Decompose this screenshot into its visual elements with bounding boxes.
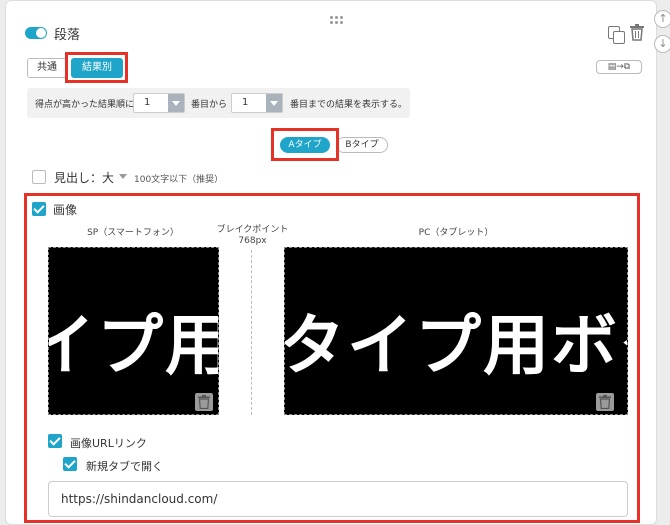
- type-b-button[interactable]: Bタイプ: [336, 137, 388, 153]
- sp-column-label: SP（スマートフォン）: [87, 228, 179, 238]
- breakpoint-divider: [251, 250, 252, 415]
- range-from-select[interactable]: 1: [133, 93, 185, 113]
- heading-label: 見出し：大: [54, 171, 115, 185]
- pc-image-text: タイプ用ボタ: [284, 307, 627, 384]
- pc-image-preview[interactable]: タイプ用ボタ: [284, 247, 628, 415]
- range-suffix: 番目までの結果を表示する。: [290, 100, 408, 110]
- breakpoint-label: ブレイクポイント 768px: [215, 225, 290, 247]
- heading-checkbox[interactable]: [32, 170, 46, 184]
- trash-icon[interactable]: [630, 24, 644, 41]
- copy-icon[interactable]: [608, 26, 625, 44]
- new-tab-checkbox[interactable]: [63, 457, 77, 471]
- layout-swap-icon: ▤→⧉: [607, 62, 631, 72]
- layout-swap-button[interactable]: ▤→⧉: [596, 60, 642, 74]
- section-title: 段落: [54, 28, 81, 43]
- url-input[interactable]: [48, 481, 628, 517]
- sp-image-text: イプ用ボ: [49, 307, 218, 384]
- range-to-select[interactable]: 1: [231, 93, 283, 113]
- url-link-checkbox[interactable]: [48, 434, 62, 448]
- heading-size-dropdown[interactable]: [119, 174, 127, 179]
- result-range-bar: 得点が高かった結果順に 1 番目から 1 番目までの結果を表示する。: [27, 88, 410, 118]
- pc-trash-icon[interactable]: [596, 393, 614, 411]
- highlight-box-type: [271, 128, 339, 161]
- new-tab-label: 新規タブで開く: [86, 460, 163, 473]
- sp-image-preview[interactable]: イプ用ボ: [48, 247, 219, 415]
- breakpoint-value: 768px: [238, 236, 267, 246]
- image-checkbox[interactable]: [32, 202, 46, 216]
- highlight-box-tab: [65, 52, 128, 83]
- breakpoint-title: ブレイクポイント: [216, 225, 289, 235]
- range-middle: 番目から: [191, 100, 228, 110]
- move-up-icon[interactable]: ↑: [654, 10, 670, 28]
- chevron-down-icon: [168, 94, 184, 112]
- section-toggle[interactable]: [25, 27, 47, 39]
- range-to-value: 1: [242, 97, 249, 108]
- pc-column-label: PC（タブレット）: [418, 228, 494, 238]
- drag-handle-icon[interactable]: [330, 16, 344, 26]
- range-from-value: 1: [144, 97, 151, 108]
- url-link-label: 画像URLリンク: [70, 437, 147, 450]
- range-prefix: 得点が高かった結果順に: [35, 100, 135, 110]
- heading-hint: 100文字以下（推奨）: [134, 175, 224, 185]
- sp-trash-icon[interactable]: [195, 393, 213, 411]
- image-label: 画像: [53, 203, 78, 217]
- chevron-down-icon: [266, 94, 282, 112]
- tab-common[interactable]: 共通: [27, 58, 67, 78]
- move-down-icon[interactable]: ↓: [654, 35, 670, 53]
